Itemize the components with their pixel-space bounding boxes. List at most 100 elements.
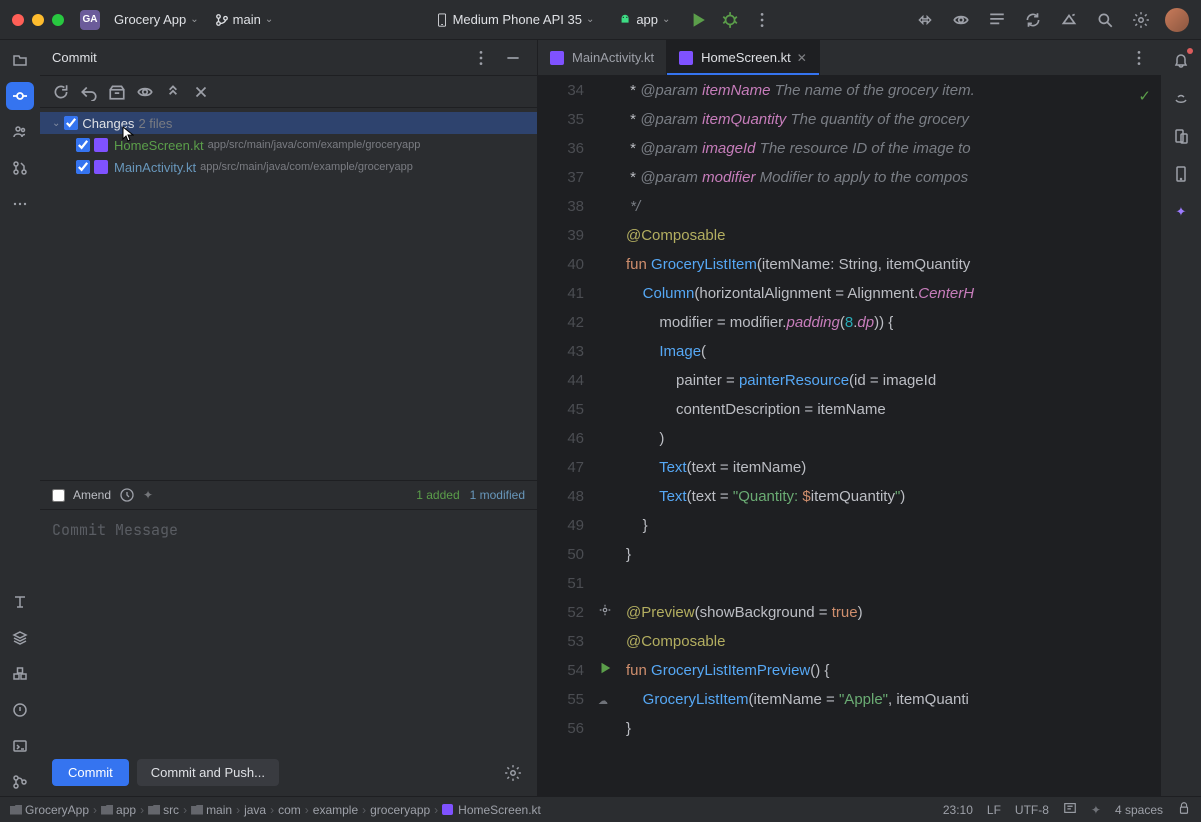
file-row-mainactivity[interactable]: MainActivity.kt app/src/main/java/com/ex… <box>40 156 537 178</box>
updates-icon[interactable] <box>1057 8 1081 32</box>
diff-icon[interactable] <box>136 83 154 101</box>
changes-checkbox[interactable] <box>64 116 78 130</box>
chevron-down-icon: ⌄ <box>662 14 670 25</box>
people-tool[interactable] <box>6 118 34 146</box>
search-icon[interactable] <box>1093 8 1117 32</box>
tab-label: HomeScreen.kt <box>701 50 791 65</box>
editor-tabs: MainActivity.kt HomeScreen.kt ✕ <box>538 40 1161 76</box>
inspection-ok-icon[interactable]: ✓ <box>1138 82 1151 111</box>
ai-assistant-tool[interactable]: ✦ <box>1167 198 1195 226</box>
commit-panel: Commit ⌄ Changes 2 files <box>40 40 538 796</box>
project-badge: GA <box>80 10 100 30</box>
commit-message-area <box>40 509 537 749</box>
branch-icon <box>215 13 229 27</box>
commit-toolbar <box>40 76 537 108</box>
commit-tool[interactable] <box>6 82 34 110</box>
project-tool[interactable] <box>6 46 34 74</box>
device-selector[interactable]: Medium Phone API 35 ⌄ <box>427 8 603 31</box>
readonly-icon[interactable] <box>1063 801 1077 818</box>
cursor-position[interactable]: 23:10 <box>943 803 973 817</box>
panel-options-icon[interactable] <box>469 46 493 70</box>
code-editor[interactable]: 3435363738394041424344454647484950515253… <box>538 76 1161 796</box>
text-tool[interactable] <box>6 588 34 616</box>
project-selector[interactable]: Grocery App ⌄ <box>106 8 207 31</box>
kotlin-icon <box>679 51 693 65</box>
titlebar: GA Grocery App ⌄ main ⌄ Medium Phone API… <box>0 0 1201 40</box>
commit-settings-icon[interactable] <box>501 761 525 785</box>
structure-icon[interactable] <box>985 8 1009 32</box>
file-row-homescreen[interactable]: HomeScreen.kt app/src/main/java/com/exam… <box>40 134 537 156</box>
user-avatar[interactable] <box>1165 8 1189 32</box>
emulator-tool[interactable] <box>1167 160 1195 188</box>
commit-button[interactable]: Commit <box>52 759 129 786</box>
ai-icon[interactable]: ✦ <box>143 488 153 502</box>
close-window[interactable] <box>12 14 24 26</box>
chevron-down-icon: ⌄ <box>586 14 594 25</box>
added-count: 1 added <box>416 488 459 502</box>
gutter-icons: ☁ <box>598 76 620 796</box>
more-actions[interactable] <box>750 8 774 32</box>
ai-status-icon[interactable]: ✦ <box>1091 803 1101 817</box>
file-checkbox[interactable] <box>76 138 90 152</box>
changelist-icon[interactable] <box>192 83 210 101</box>
kotlin-icon <box>94 138 108 152</box>
file-name: MainActivity.kt <box>114 160 196 175</box>
commit-push-button[interactable]: Commit and Push... <box>137 759 279 786</box>
hide-panel-icon[interactable] <box>501 46 525 70</box>
search-action-icon[interactable] <box>949 8 973 32</box>
lock-icon[interactable] <box>1177 801 1191 818</box>
close-tab-icon[interactable]: ✕ <box>797 51 807 65</box>
gradle-tool[interactable] <box>1167 84 1195 112</box>
changes-tree: ⌄ Changes 2 files HomeScreen.kt app/src/… <box>40 108 537 480</box>
pull-requests-tool[interactable] <box>6 154 34 182</box>
build-tool[interactable] <box>6 660 34 688</box>
debug-button[interactable] <box>718 8 742 32</box>
file-path: app/src/main/java/com/example/groceryapp <box>208 139 421 151</box>
notifications-tool[interactable] <box>1167 46 1195 74</box>
code-content[interactable]: * @param itemName The name of the grocer… <box>620 76 1161 796</box>
amend-checkbox[interactable] <box>52 489 65 502</box>
file-checkbox[interactable] <box>76 160 90 174</box>
branch-selector[interactable]: main ⌄ <box>207 8 282 31</box>
line-separator[interactable]: LF <box>987 803 1001 817</box>
tab-mainactivity[interactable]: MainActivity.kt <box>538 40 667 75</box>
shelve-icon[interactable] <box>108 83 126 101</box>
breadcrumbs[interactable]: GroceryApp›app›src›main›java›com›example… <box>10 803 541 817</box>
tab-homescreen[interactable]: HomeScreen.kt ✕ <box>667 40 820 75</box>
refresh-icon[interactable] <box>52 83 70 101</box>
run-button[interactable] <box>686 8 710 32</box>
modified-count: 1 modified <box>470 488 525 502</box>
tab-options-icon[interactable] <box>1127 46 1151 70</box>
phone-icon <box>435 13 449 27</box>
right-tool-rail: ✦ <box>1161 40 1201 796</box>
problems-tool[interactable] <box>6 696 34 724</box>
commit-message-input[interactable] <box>52 520 525 739</box>
more-tools[interactable] <box>6 190 34 218</box>
maximize-window[interactable] <box>52 14 64 26</box>
file-name: HomeScreen.kt <box>114 138 204 153</box>
settings-icon[interactable] <box>1129 8 1153 32</box>
line-gutter: 3435363738394041424344454647484950515253… <box>538 76 598 796</box>
indent-info[interactable]: 4 spaces <box>1115 803 1163 817</box>
minimize-window[interactable] <box>32 14 44 26</box>
changes-node[interactable]: ⌄ Changes 2 files <box>40 112 537 134</box>
history-icon[interactable] <box>119 487 135 503</box>
tab-label: MainActivity.kt <box>572 50 654 65</box>
run-config-selector[interactable]: app ⌄ <box>610 8 678 31</box>
rollback-icon[interactable] <box>80 83 98 101</box>
group-icon[interactable] <box>164 83 182 101</box>
sync-icon[interactable] <box>1021 8 1045 32</box>
device-name: Medium Phone API 35 <box>453 12 582 27</box>
expand-icon[interactable]: ⌄ <box>52 118 60 129</box>
run-config-name: app <box>636 12 658 27</box>
terminal-tool[interactable] <box>6 732 34 760</box>
device-manager-tool[interactable] <box>1167 122 1195 150</box>
resources-tool[interactable] <box>6 624 34 652</box>
chevron-down-icon: ⌄ <box>265 14 273 25</box>
android-icon <box>618 13 632 27</box>
amend-label: Amend <box>73 488 111 502</box>
code-with-me-icon[interactable] <box>913 8 937 32</box>
changes-label: Changes <box>82 116 134 131</box>
vcs-tool[interactable] <box>6 768 34 796</box>
encoding[interactable]: UTF-8 <box>1015 803 1049 817</box>
